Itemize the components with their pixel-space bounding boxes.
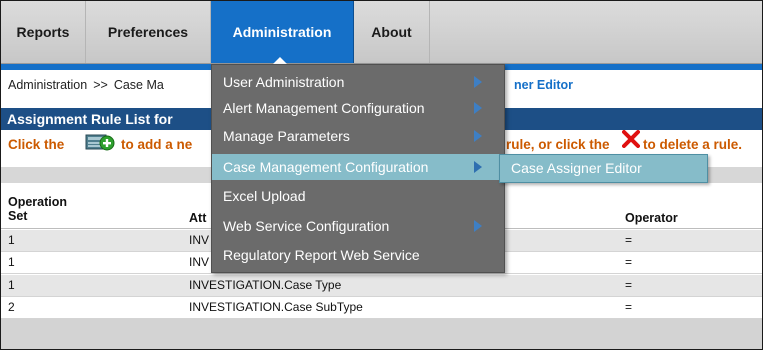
active-tab-pointer-icon <box>273 57 287 64</box>
top-nav: Reports Preferences Administration About <box>1 1 762 64</box>
header-operation-set-line2: Set <box>8 209 28 223</box>
app-window: Reports Preferences Administration About… <box>0 0 763 350</box>
submenu-arrow-icon <box>474 220 482 232</box>
menu-item-regulatory-report-web-service[interactable]: Regulatory Report Web Service <box>212 242 504 268</box>
page-title: Assignment Rule List for <box>7 111 173 127</box>
submenu-arrow-icon <box>474 102 482 114</box>
cell-attribute: INV <box>189 233 210 247</box>
add-rule-icon[interactable] <box>85 132 115 152</box>
submenu-arrow-icon <box>474 161 482 173</box>
cell-operator: = <box>625 300 633 314</box>
menu-item-label: Manage Parameters <box>223 128 350 144</box>
menu-item-case-management-configuration[interactable]: Case Management Configuration <box>212 154 504 180</box>
submenu-item-case-assigner-editor[interactable]: Case Assigner Editor <box>511 155 642 182</box>
cell-operation-set: 1 <box>8 255 15 269</box>
delete-rule-icon[interactable] <box>622 130 640 148</box>
cell-operator: = <box>625 255 633 269</box>
menu-item-manage-parameters[interactable]: Manage Parameters <box>212 123 504 149</box>
breadcrumb-current[interactable]: Case Ma <box>114 78 164 92</box>
menu-item-label: Case Management Configuration <box>223 159 429 175</box>
menu-item-label: Excel Upload <box>223 188 306 204</box>
administration-dropdown-menu: User Administration Alert Management Con… <box>211 64 505 273</box>
breadcrumb-root[interactable]: Administration <box>8 78 87 92</box>
submenu-arrow-icon <box>474 76 482 88</box>
menu-item-label: Regulatory Report Web Service <box>223 247 420 263</box>
table-row[interactable]: 2 INVESTIGATION.Case SubType = <box>1 297 762 319</box>
tab-reports[interactable]: Reports <box>1 1 86 63</box>
instruction-click-text: rule, or click the <box>506 137 610 152</box>
cell-operation-set: 1 <box>8 233 15 247</box>
menu-item-label: Alert Management Configuration <box>223 100 425 116</box>
breadcrumb-separator: >> <box>93 78 108 92</box>
menu-item-label: Web Service Configuration <box>223 218 390 234</box>
submenu-arrow-icon <box>474 130 482 142</box>
cell-attribute: INV <box>189 255 210 269</box>
cell-operation-set: 2 <box>8 300 15 314</box>
tab-administration-label: Administration <box>232 24 332 40</box>
tab-about[interactable]: About <box>354 1 430 63</box>
menu-item-label: User Administration <box>223 74 345 90</box>
case-management-submenu: Case Assigner Editor <box>499 154 708 183</box>
table-row[interactable]: 1 INVESTIGATION.Case Type = <box>1 275 762 297</box>
header-attribute: Att <box>189 211 207 225</box>
menu-item-alert-management-configuration[interactable]: Alert Management Configuration <box>212 95 504 121</box>
cell-operation-set: 1 <box>8 278 15 292</box>
cell-operator: = <box>625 278 633 292</box>
cell-attribute: INVESTIGATION.Case Type <box>189 278 342 292</box>
breadcrumb: Administration >> Case Ma <box>8 78 164 92</box>
instruction-prefix: Click the <box>8 137 65 152</box>
instruction-add-text: to add a ne <box>121 137 193 152</box>
tab-administration[interactable]: Administration <box>211 1 354 64</box>
menu-item-web-service-configuration[interactable]: Web Service Configuration <box>212 213 504 239</box>
instruction-delete-text: to delete a rule. <box>643 137 743 152</box>
footer-band <box>1 319 762 349</box>
cell-attribute: INVESTIGATION.Case SubType <box>189 300 363 314</box>
header-operator: Operator <box>625 211 678 225</box>
cell-operator: = <box>625 233 633 247</box>
breadcrumb-page-name: ner Editor <box>514 78 574 92</box>
tab-preferences[interactable]: Preferences <box>86 1 211 63</box>
menu-item-excel-upload[interactable]: Excel Upload <box>212 183 504 209</box>
menu-item-user-administration[interactable]: User Administration <box>212 69 504 95</box>
header-operation-set-line1: Operation <box>8 195 68 209</box>
